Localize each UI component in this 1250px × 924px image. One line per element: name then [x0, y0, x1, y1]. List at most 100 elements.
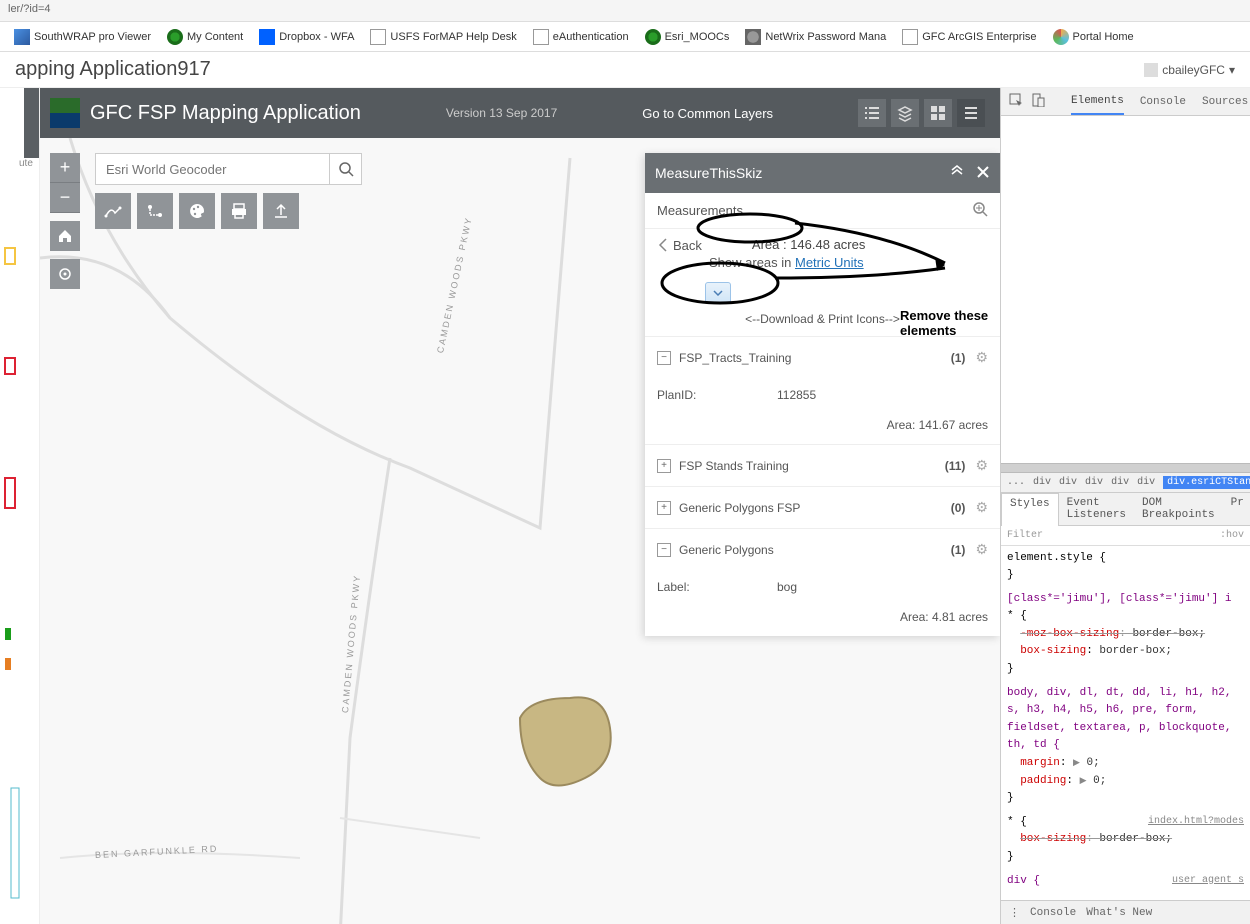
svg-text:ute: ute	[19, 158, 33, 169]
gear-icon[interactable]: ⚙	[975, 541, 988, 558]
road-label: CAMDEN WOODS PKWY	[340, 574, 362, 714]
favicon-icon	[645, 29, 661, 45]
devtools-footer: ⋮ Console What's New	[1001, 900, 1250, 924]
url-bar: ler/?id=4	[0, 0, 1250, 22]
tab-event-listeners[interactable]: Event Listeners	[1059, 493, 1134, 525]
metric-units-link[interactable]: Metric Units	[795, 255, 864, 270]
road-label: BEN GARFUNKLE RD	[95, 844, 219, 860]
search-button[interactable]	[330, 153, 362, 185]
device-icon[interactable]	[1031, 93, 1045, 111]
area-summary: Area : 146.48 acres	[752, 237, 865, 252]
locate-button[interactable]	[50, 259, 80, 289]
zoom-controls: + −	[50, 153, 80, 289]
layer-count: (1)	[951, 543, 966, 557]
tab-elements[interactable]: Elements	[1071, 95, 1124, 115]
common-layers-link[interactable]: Go to Common Layers	[642, 106, 773, 121]
devtools-breadcrumb[interactable]: ...divdivdivdivdivdiv.esriCTStan	[1001, 473, 1250, 493]
subheader-title: apping Application917	[15, 58, 211, 81]
hov-toggle[interactable]: :hov	[1220, 530, 1244, 541]
list-icon[interactable]	[858, 99, 886, 127]
bookmark-gfc-arcgis[interactable]: GFC ArcGIS Enterprise	[898, 27, 1040, 47]
left-edge-panel: ute	[0, 88, 40, 924]
collapse-box[interactable]: −	[657, 351, 671, 365]
collapse-box[interactable]: −	[657, 543, 671, 557]
close-icon[interactable]	[976, 165, 990, 182]
tab-console[interactable]: Console	[1140, 96, 1186, 108]
bookmark-mycontent[interactable]: My Content	[163, 27, 247, 47]
search-input[interactable]	[95, 153, 330, 185]
favicon-icon	[745, 29, 761, 45]
map-canvas[interactable]: CAMDEN WOODS PKWY CAMDEN WOODS PKWY BEN …	[40, 138, 1000, 924]
tab-sources[interactable]: Sources	[1202, 96, 1248, 108]
layer-name: Generic Polygons FSP	[679, 501, 800, 515]
menu-icon[interactable]	[957, 99, 985, 127]
palette-tool[interactable]	[179, 193, 215, 229]
print-tool[interactable]	[221, 193, 257, 229]
planid-value: 112855	[777, 388, 816, 402]
measurements-label: Measurements	[657, 203, 743, 218]
bookmark-esrimoocs[interactable]: Esri_MOOCs	[641, 27, 734, 47]
app-title: GFC FSP Mapping Application	[90, 102, 361, 125]
tab-styles[interactable]: Styles	[1001, 493, 1059, 526]
filter-input[interactable]: Filter	[1007, 530, 1043, 541]
bookmark-portal[interactable]: Portal Home	[1049, 27, 1138, 47]
bookmark-eauth[interactable]: eAuthentication	[529, 27, 633, 47]
tab-dom-breakpoints[interactable]: DOM Breakpoints	[1134, 493, 1223, 525]
expand-box[interactable]: +	[657, 501, 671, 515]
devtools-dom-tree[interactable]	[1001, 116, 1250, 463]
zoom-icon[interactable]	[972, 201, 988, 220]
gear-icon[interactable]: ⚙	[975, 457, 988, 474]
back-button[interactable]: Back	[657, 237, 702, 253]
devtools-filter-row: Filter :hov	[1001, 526, 1250, 546]
chevron-down-icon: ▾	[1229, 63, 1235, 77]
annotation-text: Remove these elements	[900, 308, 1000, 338]
gear-icon[interactable]: ⚙	[975, 499, 988, 516]
layer-area: Area: 141.67 acres	[645, 410, 1000, 444]
favicon-icon	[533, 29, 549, 45]
map-area: GFC FSP Mapping Application Version 13 S…	[40, 88, 1000, 924]
layer-count: (0)	[951, 501, 966, 515]
devtools-panel: Elements Console Sources ...divdivdivdiv…	[1000, 88, 1250, 924]
bookmark-southwrap[interactable]: SouthWRAP pro Viewer	[10, 27, 155, 47]
favicon-icon	[167, 29, 183, 45]
subheader: apping Application917 cbaileyGFC ▾	[0, 52, 1250, 88]
layer-name: Generic Polygons	[679, 543, 774, 557]
layer-area: Area: 4.81 acres	[645, 602, 1000, 636]
zoom-in-button[interactable]: +	[50, 153, 80, 183]
layer-count: (11)	[945, 459, 966, 473]
favicon-icon	[259, 29, 275, 45]
app-header: GFC FSP Mapping Application Version 13 S…	[40, 88, 1000, 138]
bookmark-usfs[interactable]: USFS ForMAP Help Desk	[366, 27, 520, 47]
devtools-styles[interactable]: element.style {} [class*='jimu'], [class…	[1001, 546, 1250, 901]
app-logo	[50, 98, 80, 128]
home-button[interactable]	[50, 221, 80, 251]
map-tool-bar	[95, 193, 299, 229]
devtools-gray-strip	[1001, 463, 1250, 473]
route-tool[interactable]	[137, 193, 173, 229]
upload-tool[interactable]	[263, 193, 299, 229]
favicon-icon	[902, 29, 918, 45]
draw-tool[interactable]	[95, 193, 131, 229]
label-value: bog	[777, 580, 797, 594]
inspect-icon[interactable]	[1009, 93, 1023, 111]
expand-box[interactable]: +	[657, 459, 671, 473]
layers-icon[interactable]	[891, 99, 919, 127]
favicon-icon	[14, 29, 30, 45]
avatar-icon	[1144, 63, 1158, 77]
gear-icon[interactable]: ⚙	[975, 349, 988, 366]
zoom-out-button[interactable]: −	[50, 183, 80, 213]
devtools-subtabs: Styles Event Listeners DOM Breakpoints P…	[1001, 493, 1250, 526]
bookmarks-bar: SouthWRAP pro Viewer My Content Dropbox …	[0, 22, 1250, 52]
footer-console[interactable]: Console	[1030, 907, 1076, 919]
dropdown-button[interactable]	[705, 282, 731, 304]
collapse-icon[interactable]	[950, 165, 964, 182]
layer-name: FSP_Tracts_Training	[679, 351, 791, 365]
bookmark-dropbox[interactable]: Dropbox - WFA	[255, 27, 358, 47]
measure-panel: MeasureThisSkiz Measurements Back A	[645, 153, 1000, 636]
bookmark-netwrix[interactable]: NetWrix Password Mana	[741, 27, 890, 47]
app-version: Version 13 Sep 2017	[446, 106, 557, 120]
footer-whatsnew[interactable]: What's New	[1086, 907, 1152, 919]
grid-icon[interactable]	[924, 99, 952, 127]
user-menu[interactable]: cbaileyGFC ▾	[1144, 63, 1235, 77]
tab-properties[interactable]: Pr	[1223, 493, 1250, 525]
